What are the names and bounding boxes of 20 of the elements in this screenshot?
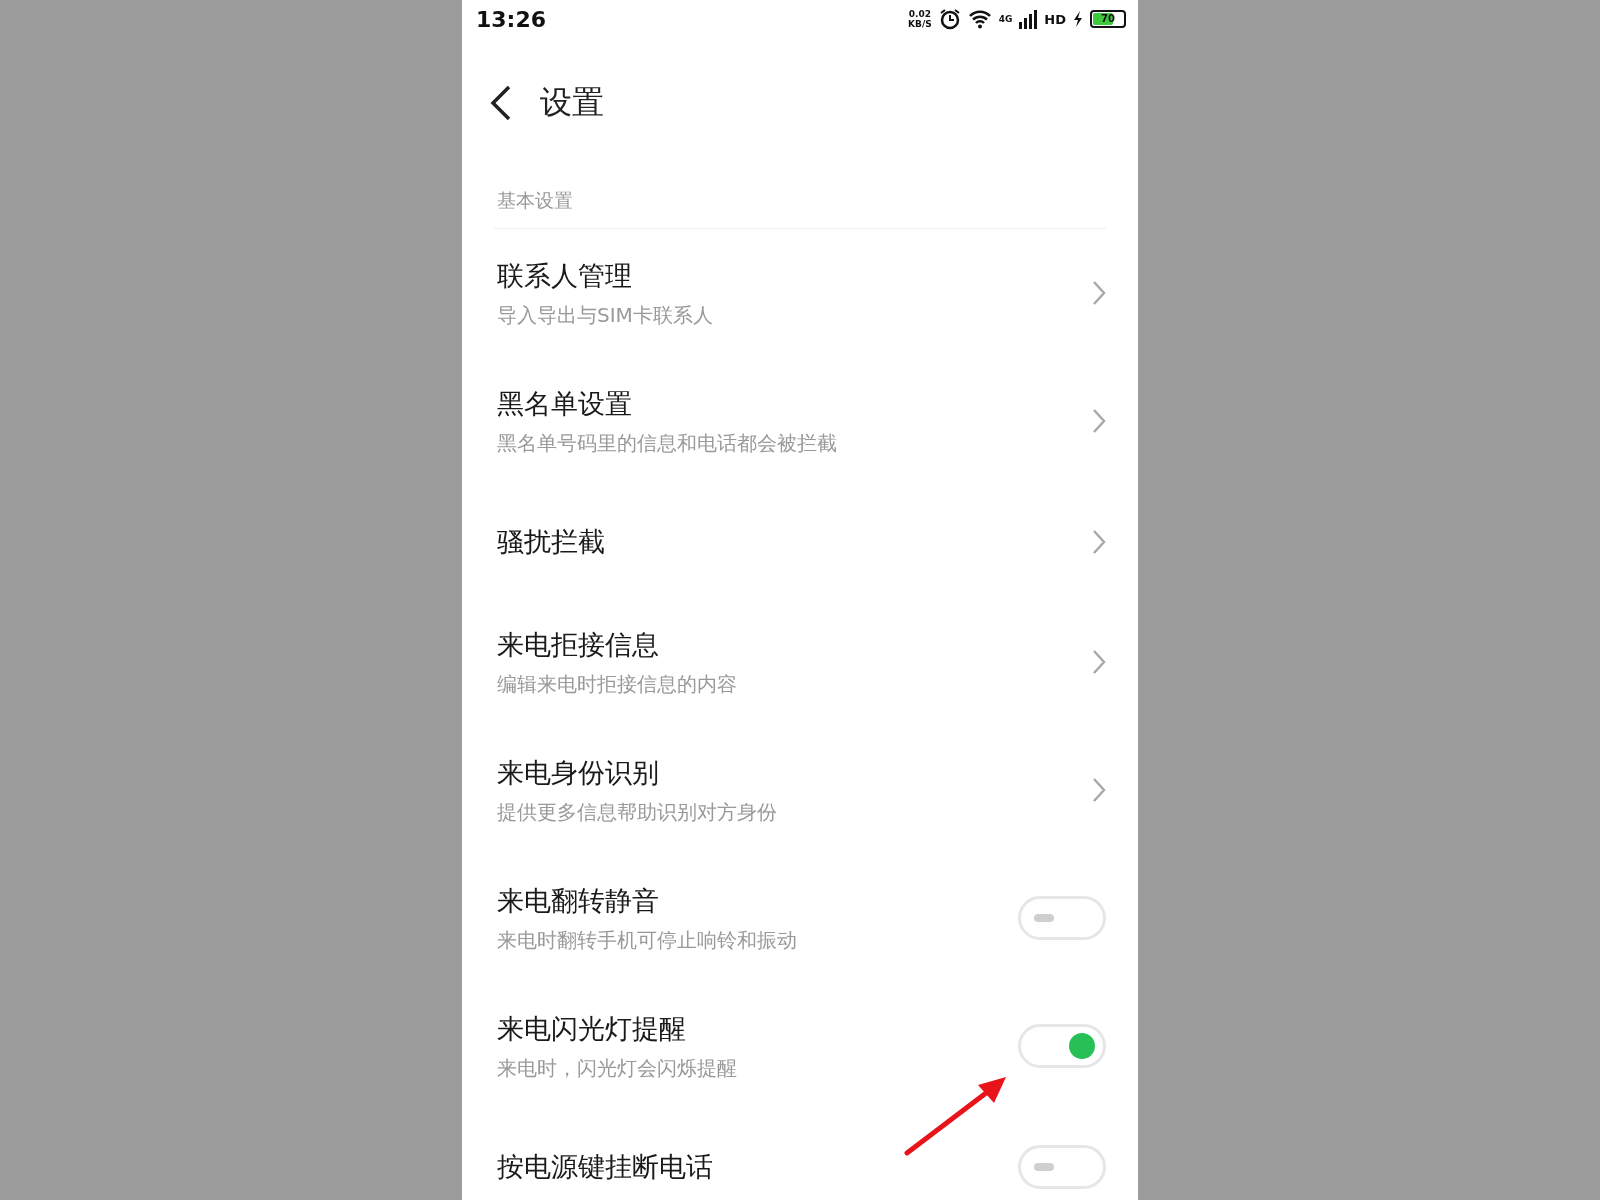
setting-description: 来电时翻转手机可停止响铃和振动 xyxy=(497,926,798,954)
setting-description: 黑名单号码里的信息和电话都会被拦截 xyxy=(497,429,838,457)
clock-time: 13:26 xyxy=(476,6,547,32)
setting-title[interactable]: 来电闪光灯提醒 xyxy=(497,1010,1018,1047)
setting-title[interactable]: 来电身份识别 xyxy=(497,754,1092,791)
setting-title[interactable]: 来电拒接信息 xyxy=(497,626,1092,663)
network-speed: 0.02 KB/S xyxy=(908,9,932,29)
setting-title[interactable]: 按电源键挂断电话 xyxy=(497,1148,1018,1185)
setting-title[interactable]: 黑名单设置 xyxy=(497,385,1092,422)
setting-description: 导入导出与SIM卡联系人 xyxy=(497,301,714,329)
network-type: 4G xyxy=(998,14,1013,24)
setting-description: 编辑来电时拒接信息的内容 xyxy=(497,670,738,698)
section-title: 基本设置 xyxy=(496,188,574,213)
page-title: 设置 xyxy=(540,82,604,123)
hd-voice-indicator: HD xyxy=(1044,11,1066,27)
setting-title[interactable]: 联系人管理 xyxy=(497,257,1092,294)
setting-title[interactable]: 骚扰拦截 xyxy=(497,523,1092,560)
setting-description: 来电时，闪光灯会闪烁提醒 xyxy=(497,1054,738,1082)
setting-title[interactable]: 来电翻转静音 xyxy=(497,882,1018,919)
setting-description: 提供更多信息帮助识别对方身份 xyxy=(497,798,778,826)
